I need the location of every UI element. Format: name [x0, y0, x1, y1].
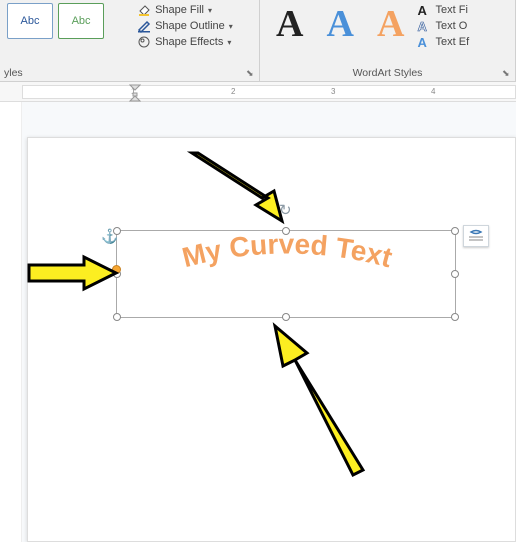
shape-styles-gallery[interactable]: Abc Abc: [6, 2, 128, 40]
layout-options-button[interactable]: [463, 225, 489, 247]
ruler-tick: 2: [231, 87, 235, 96]
wordart-preset[interactable]: A: [367, 2, 414, 46]
shape-style-swatch[interactable]: Abc: [58, 3, 104, 39]
shape-effects-button[interactable]: Shape Effects▾: [137, 34, 233, 50]
text-outline-icon: A: [418, 19, 432, 33]
shape-commands: Shape Fill▾ Shape Outline▾ Shape Effects…: [137, 2, 233, 50]
wordart-gallery[interactable]: A A A: [266, 2, 414, 46]
wordart-preset[interactable]: A: [317, 2, 364, 46]
resize-handle[interactable]: [451, 227, 459, 235]
wordart-preset[interactable]: A: [266, 2, 313, 46]
annotation-arrow: [253, 320, 383, 480]
vertical-ruler[interactable]: [0, 102, 22, 542]
pen-outline-icon: [137, 19, 151, 33]
annotation-arrow: [178, 143, 298, 233]
horizontal-ruler[interactable]: 1 2 3 4: [0, 82, 516, 102]
wordart-styles-group: A A A A Text Fi A Text O A Text Ef WordA…: [260, 0, 516, 81]
shape-fill-label: Shape Fill: [155, 4, 204, 16]
document-canvas: ⚓ ↻ My Curved Text: [22, 102, 516, 542]
text-effects-label: Text Ef: [436, 36, 470, 48]
ruler-tick: 3: [331, 87, 335, 96]
text-fill-button[interactable]: A Text Fi: [418, 2, 470, 18]
layout-options-icon: [467, 229, 485, 243]
wordart-text[interactable]: My Curved Text: [117, 231, 457, 319]
shape-outline-label: Shape Outline: [155, 20, 225, 32]
paint-bucket-icon: [137, 3, 151, 17]
dialog-launcher-icon[interactable]: ⬊: [246, 68, 256, 78]
wordart-text-commands: A Text Fi A Text O A Text Ef: [418, 2, 470, 50]
page[interactable]: ⚓ ↻ My Curved Text: [27, 137, 516, 542]
resize-handle[interactable]: [451, 270, 459, 278]
resize-handle[interactable]: [113, 313, 121, 321]
shape-outline-button[interactable]: Shape Outline▾: [137, 18, 233, 34]
text-effects-icon: A: [418, 35, 432, 49]
dialog-launcher-icon[interactable]: ⬊: [502, 68, 512, 78]
text-outline-label: Text O: [436, 20, 468, 32]
text-fill-icon: A: [418, 3, 432, 17]
text-effects-button[interactable]: A Text Ef: [418, 34, 470, 50]
shape-styles-label: yles: [0, 67, 259, 79]
ribbon: Abc Abc Shape Fill▾ Shape Outline▾ Shape…: [0, 0, 516, 82]
text-outline-button[interactable]: A Text O: [418, 18, 470, 34]
indent-marker-icon[interactable]: [129, 84, 141, 102]
ruler-track: 1 2 3 4: [22, 85, 516, 99]
shape-style-swatch[interactable]: Abc: [7, 3, 53, 39]
shape-fill-button[interactable]: Shape Fill▾: [137, 2, 233, 18]
shape-styles-group: Abc Abc Shape Fill▾ Shape Outline▾ Shape…: [0, 0, 260, 81]
text-fill-label: Text Fi: [436, 4, 468, 16]
annotation-arrow: [24, 253, 124, 293]
wordart-styles-label: WordArt Styles: [260, 67, 515, 79]
shape-effects-label: Shape Effects: [155, 36, 223, 48]
effects-icon: [137, 35, 151, 49]
resize-handle[interactable]: [113, 227, 121, 235]
svg-text:My Curved Text: My Curved Text: [179, 231, 395, 273]
wordart-selection-box[interactable]: ⚓ ↻ My Curved Text: [116, 230, 456, 318]
ruler-tick: 4: [431, 87, 435, 96]
resize-handle[interactable]: [451, 313, 459, 321]
